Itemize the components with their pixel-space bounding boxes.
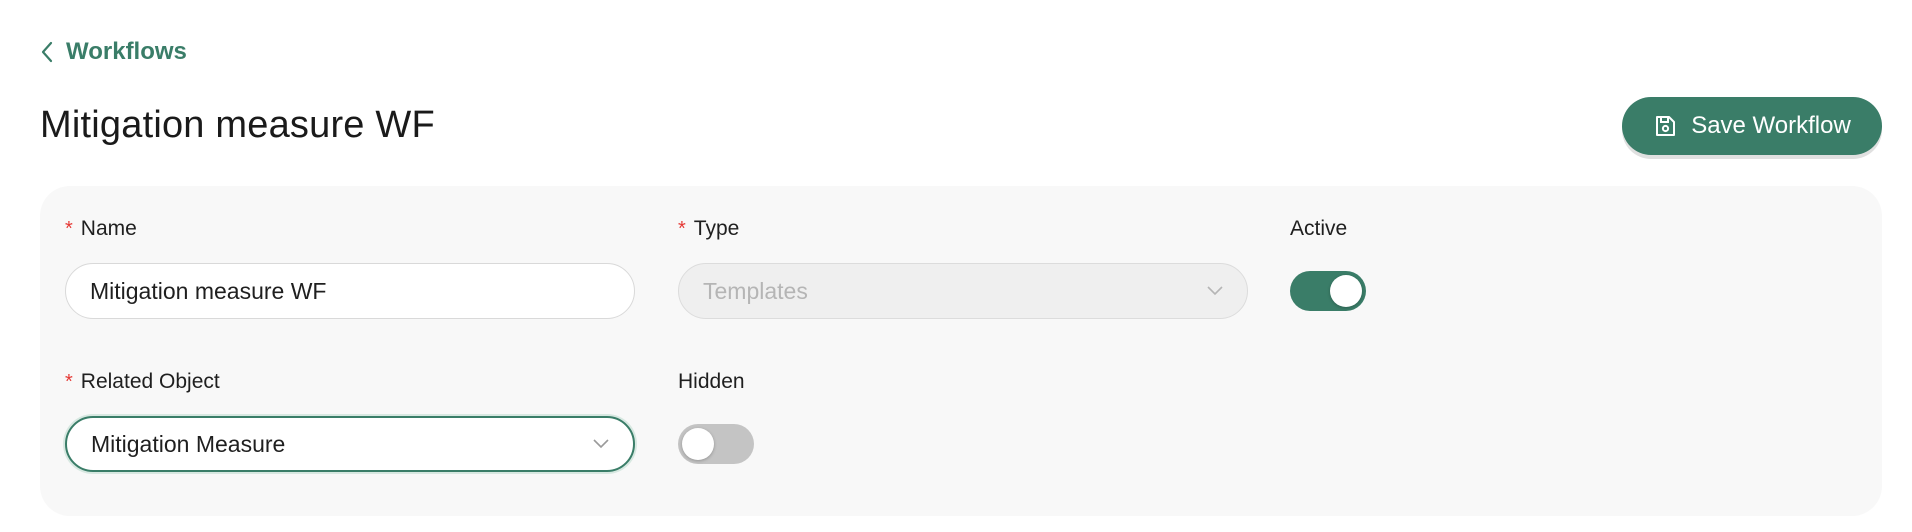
name-field-label: * Name — [65, 217, 137, 241]
name-label-text: Name — [80, 217, 137, 240]
workflow-editor-page: Workflows Mitigation measure WF Save Wor… — [0, 0, 1912, 532]
hidden-label-text: Hidden — [678, 370, 745, 393]
related-object-field-label: * Related Object — [65, 370, 220, 394]
chevron-down-icon — [1207, 286, 1223, 296]
required-marker: * — [65, 370, 73, 393]
active-toggle[interactable] — [1290, 271, 1366, 311]
breadcrumb-back-link[interactable]: Workflows — [40, 38, 187, 66]
hidden-toggle[interactable] — [678, 424, 754, 464]
toggle-knob — [1330, 275, 1362, 307]
hidden-field-label: Hidden — [678, 370, 745, 394]
type-label-text: Type — [693, 217, 740, 240]
type-field-label: * Type — [678, 217, 739, 241]
breadcrumb-label: Workflows — [66, 38, 187, 65]
chevron-left-icon — [40, 41, 54, 63]
name-input[interactable] — [65, 263, 635, 319]
save-workflow-button[interactable]: Save Workflow — [1622, 97, 1882, 155]
related-object-select[interactable]: Mitigation Measure — [65, 416, 635, 472]
related-object-select-value: Mitigation Measure — [91, 430, 286, 457]
active-field-label: Active — [1290, 217, 1347, 241]
type-select-value: Templates — [703, 277, 808, 304]
toggle-knob — [682, 428, 714, 460]
chevron-down-icon — [593, 439, 609, 449]
workflow-form-panel: * Name * Type Templates Active * Related… — [40, 186, 1882, 516]
page-title: Mitigation measure WF — [40, 104, 435, 146]
related-object-label-text: Related Object — [80, 370, 220, 393]
required-marker: * — [678, 217, 686, 240]
save-button-label: Save Workflow — [1691, 112, 1851, 139]
type-select: Templates — [678, 263, 1248, 319]
save-icon — [1653, 114, 1677, 138]
required-marker: * — [65, 217, 73, 240]
active-label-text: Active — [1290, 217, 1348, 240]
